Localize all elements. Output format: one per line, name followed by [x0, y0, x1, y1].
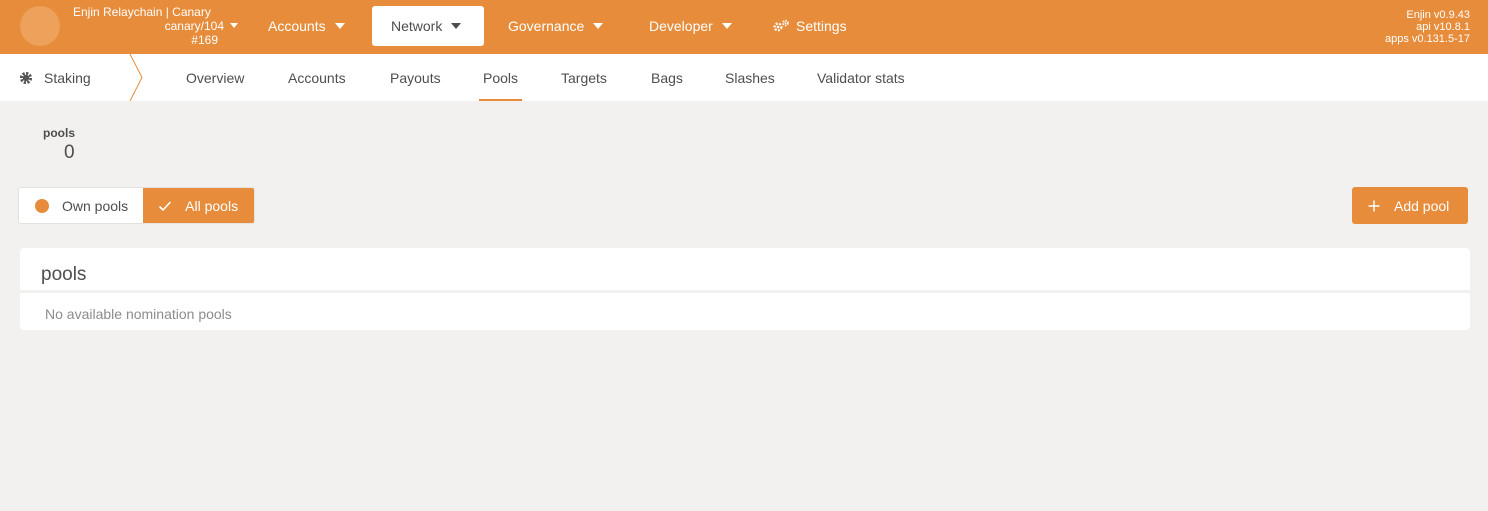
chain-logo[interactable]	[20, 6, 60, 46]
own-pools-button[interactable]: Own pools	[19, 188, 144, 223]
caret-down-icon	[593, 23, 604, 29]
tab-slashes[interactable]: Slashes	[725, 54, 775, 101]
chain-selector[interactable]: Enjin Relaychain | Canary canary/104 #16…	[68, 5, 238, 47]
cog-icon	[19, 71, 33, 84]
radio-dot-icon	[35, 198, 49, 213]
empty-message: No available nomination pools	[45, 306, 232, 322]
caret-down-icon	[334, 23, 345, 29]
best-block: #169	[191, 33, 218, 47]
check-icon	[159, 200, 172, 211]
section-staking: Staking	[0, 54, 142, 101]
caret-down-icon	[230, 23, 238, 28]
nav-governance[interactable]: Governance	[489, 6, 622, 46]
caret-down-icon	[721, 23, 732, 29]
top-bar: Enjin Relaychain | Canary canary/104 #16…	[0, 0, 1488, 54]
tab-bags[interactable]: Bags	[651, 54, 683, 101]
all-pools-button[interactable]: All pools	[143, 188, 255, 223]
chevron-right-icon	[129, 54, 143, 101]
pools-table-header: pools	[20, 248, 1470, 290]
add-pool-button[interactable]: Add pool	[1352, 187, 1468, 224]
node-version: Enjin v0.9.43	[1406, 9, 1470, 21]
tab-validator-stats[interactable]: Validator stats	[817, 54, 905, 101]
pools-table-title: pools	[41, 264, 87, 285]
chain-spec: canary/104	[68, 19, 238, 33]
caret-down-icon	[451, 23, 462, 29]
pools-table-empty-row: No available nomination pools	[20, 293, 1470, 330]
version-info: Enjin v0.9.43 api v10.8.1 apps v0.131.5-…	[1385, 9, 1470, 45]
apps-version: apps v0.131.5-17	[1384, 33, 1470, 45]
sub-navigation: Staking Overview Accounts Payouts Pools …	[0, 54, 1488, 101]
pool-filter-toggle: Own pools All pools	[18, 187, 256, 224]
chain-name: Enjin Relaychain | Canary	[73, 5, 211, 19]
nav-developer[interactable]: Developer	[630, 6, 751, 46]
tab-targets[interactable]: Targets	[561, 54, 607, 101]
pools-summary-label: pools	[43, 126, 75, 140]
tab-overview[interactable]: Overview	[186, 54, 244, 101]
nav-settings[interactable]: Settings	[753, 6, 866, 46]
tab-payouts[interactable]: Payouts	[390, 54, 441, 101]
nav-network[interactable]: Network	[372, 6, 484, 46]
api-version: api v10.8.1	[1416, 21, 1470, 33]
gear-icon	[773, 19, 789, 32]
plus-icon	[1368, 200, 1380, 211]
tab-accounts[interactable]: Accounts	[288, 54, 346, 101]
tab-pools[interactable]: Pools	[478, 54, 523, 101]
pools-summary-value: 0	[64, 142, 75, 163]
nav-accounts[interactable]: Accounts	[249, 6, 364, 46]
